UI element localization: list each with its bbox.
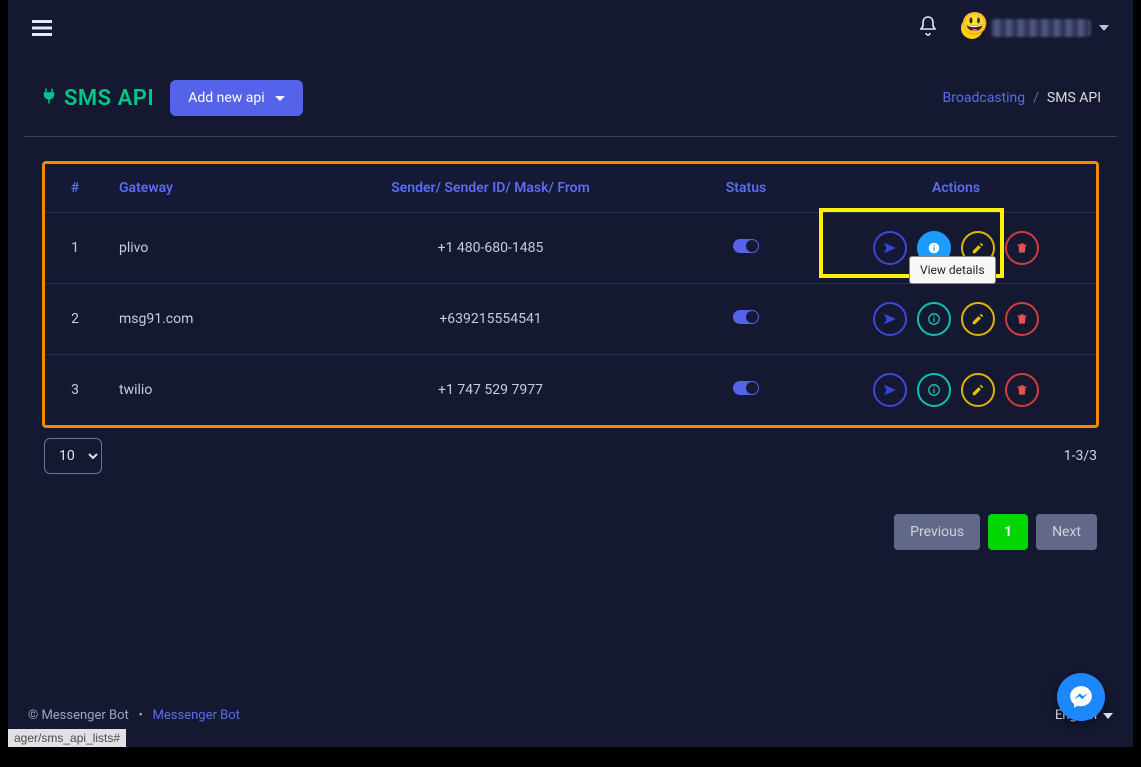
send-button[interactable]: [873, 373, 907, 407]
edit-button[interactable]: [961, 302, 995, 336]
footer: © Messenger Bot • Messenger Bot English: [8, 708, 1133, 723]
breadcrumb: Broadcasting / SMS API: [943, 90, 1101, 106]
cell-sender: +1 747 529 7977: [305, 355, 676, 426]
page-header: SMS API Add new api Broadcasting / SMS A…: [24, 72, 1117, 137]
view-details-button[interactable]: [917, 302, 951, 336]
delete-button[interactable]: [1005, 302, 1039, 336]
page-title-text: SMS API: [64, 86, 154, 111]
table-footer: 10 1-3/3: [24, 428, 1117, 474]
sms-api-table: # Gateway Sender/ Sender ID/ Mask/ From …: [45, 164, 1096, 425]
delete-button[interactable]: [1005, 373, 1039, 407]
trash-icon: [1015, 383, 1029, 397]
cell-index: 3: [45, 355, 105, 426]
footer-dot: •: [138, 708, 142, 723]
breadcrumb-parent[interactable]: Broadcasting: [943, 90, 1026, 106]
messenger-icon: [1068, 684, 1094, 710]
cell-gateway: twilio: [105, 355, 305, 426]
pagination-previous[interactable]: Previous: [894, 514, 980, 550]
notifications-button[interactable]: [919, 16, 937, 40]
paper-plane-icon: [883, 312, 897, 326]
status-toggle[interactable]: [733, 310, 759, 324]
per-page-select[interactable]: 10: [44, 438, 102, 474]
pagination-next[interactable]: Next: [1036, 514, 1097, 550]
topbar: [8, 0, 1133, 56]
col-header-index: #: [45, 164, 105, 213]
sms-api-table-wrap: # Gateway Sender/ Sender ID/ Mask/ From …: [42, 161, 1099, 428]
bell-icon: [919, 16, 937, 36]
trash-icon: [1015, 312, 1029, 326]
cell-index: 2: [45, 284, 105, 355]
chevron-down-icon: [1099, 25, 1109, 31]
cell-index: 1: [45, 213, 105, 284]
cell-actions: [816, 355, 1096, 426]
browser-status-strip: ager/sms_api_lists#: [8, 729, 126, 747]
user-name: [991, 19, 1091, 37]
table-row: 2 msg91.com +639215554541: [45, 284, 1096, 355]
hamburger-icon: [32, 20, 52, 36]
footer-copyright: © Messenger Bot: [28, 708, 129, 723]
cell-gateway: msg91.com: [105, 284, 305, 355]
table-row: 3 twilio +1 747 529 7977: [45, 355, 1096, 426]
status-toggle[interactable]: [733, 381, 759, 395]
send-button[interactable]: [873, 302, 907, 336]
add-new-api-label: Add new api: [188, 90, 264, 106]
chevron-down-icon: [1103, 713, 1113, 719]
trash-icon: [1015, 241, 1029, 255]
user-menu[interactable]: [961, 17, 1109, 39]
col-header-sender: Sender/ Sender ID/ Mask/ From: [305, 164, 676, 213]
col-header-status: Status: [676, 164, 816, 213]
col-header-gateway: Gateway: [105, 164, 305, 213]
view-details-button[interactable]: [917, 373, 951, 407]
messenger-fab[interactable]: [1057, 673, 1105, 721]
cell-status: [676, 284, 816, 355]
tooltip-view-details: View details: [909, 256, 996, 284]
pagination-page-1[interactable]: 1: [988, 514, 1028, 550]
plug-icon: [40, 87, 58, 110]
cell-actions: [816, 284, 1096, 355]
info-icon: [927, 383, 941, 397]
status-toggle[interactable]: [733, 239, 759, 253]
menu-toggle[interactable]: [32, 20, 52, 36]
pagination: Previous 1 Next: [24, 474, 1117, 574]
footer-link[interactable]: Messenger Bot: [153, 708, 240, 723]
delete-button[interactable]: [1005, 231, 1039, 265]
edit-icon: [971, 312, 985, 326]
cell-status: [676, 355, 816, 426]
breadcrumb-current: SMS API: [1047, 90, 1101, 106]
edit-icon: [971, 383, 985, 397]
add-new-api-button[interactable]: Add new api: [170, 80, 302, 116]
cell-gateway: plivo: [105, 213, 305, 284]
cell-status: [676, 213, 816, 284]
info-icon: [927, 312, 941, 326]
chevron-down-icon: [275, 96, 285, 101]
avatar: [961, 17, 983, 39]
breadcrumb-separator: /: [1033, 90, 1039, 106]
page-title: SMS API: [40, 86, 154, 111]
cell-sender: +639215554541: [305, 284, 676, 355]
result-counter: 1-3/3: [1064, 448, 1097, 464]
paper-plane-icon: [883, 383, 897, 397]
cell-sender: +1 480-680-1485: [305, 213, 676, 284]
edit-button[interactable]: [961, 373, 995, 407]
col-header-actions: Actions: [816, 164, 1096, 213]
